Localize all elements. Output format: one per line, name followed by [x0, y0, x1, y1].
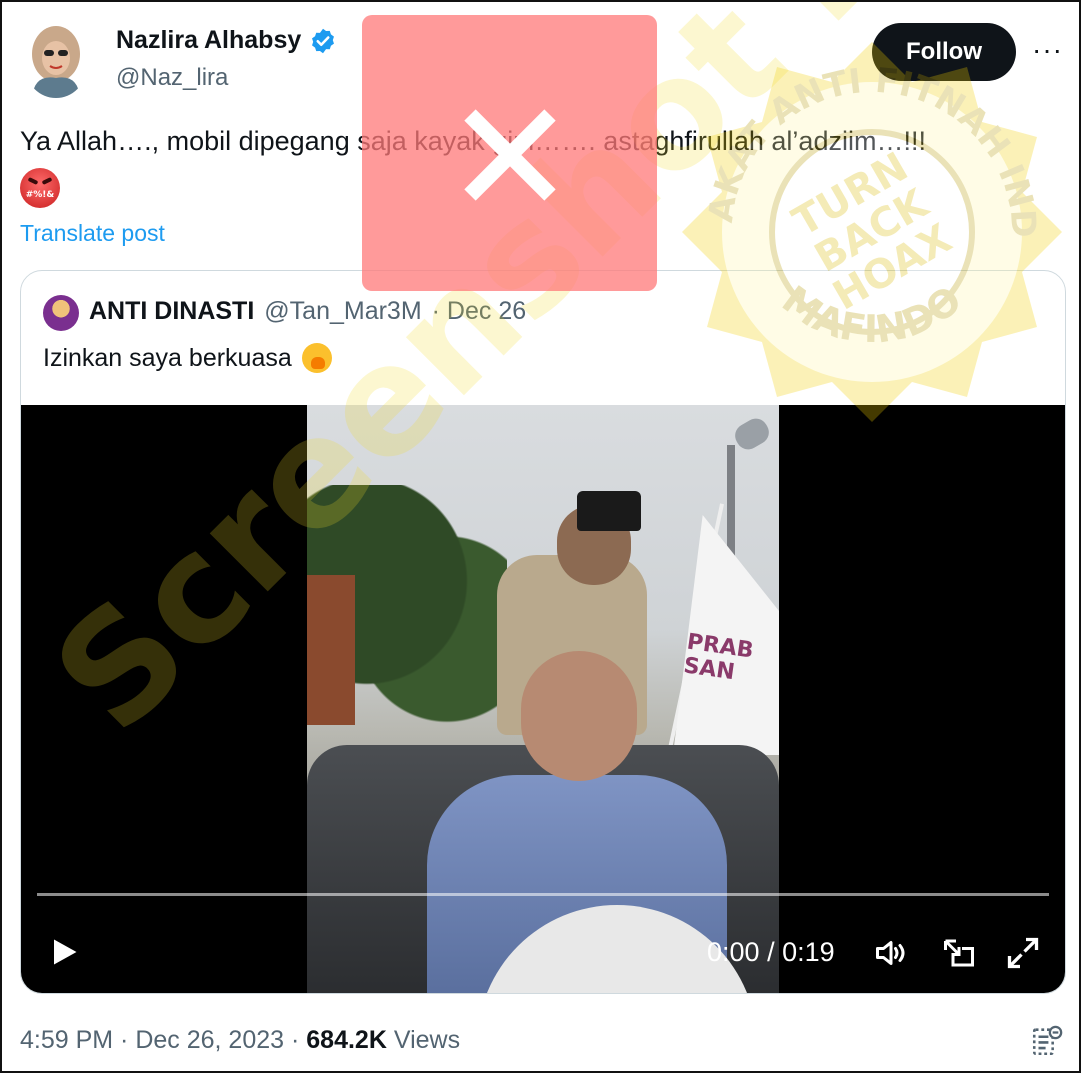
- author-name-row[interactable]: Nazlira Alhabsy: [116, 26, 337, 55]
- video-scene-building: [307, 575, 355, 725]
- author-display-name[interactable]: Nazlira Alhabsy: [116, 26, 301, 55]
- quoted-post-text-row: Izinkan saya berkuasa: [43, 343, 332, 373]
- quoted-post-header: ANTI DINASTI @Tan_Mar3M · Dec 26: [89, 297, 526, 326]
- follow-button[interactable]: Follow: [872, 23, 1016, 81]
- video-player[interactable]: PRAB SAN 0:00 / 0:19: [21, 405, 1065, 993]
- video-scene-peci-cap: [577, 491, 641, 531]
- video-scene-lamp: [730, 414, 774, 454]
- video-progress-bar[interactable]: [37, 893, 1049, 896]
- post-meta-row: 4:59 PM · Dec 26, 2023 · 684.2K Views: [20, 1026, 460, 1055]
- author-handle[interactable]: @Naz_lira: [116, 64, 228, 92]
- post-screenshot: Nazlira Alhabsy @Naz_lira Follow ··· Ya …: [0, 0, 1081, 1073]
- x-mark-icon: [464, 109, 556, 201]
- video-frame[interactable]: PRAB SAN: [307, 405, 779, 993]
- post-timestamp[interactable]: 4:59 PM · Dec 26, 2023 ·: [20, 1026, 299, 1054]
- video-time-separator: /: [767, 937, 775, 967]
- video-scene-flag-text: PRAB SAN: [682, 630, 755, 688]
- angry-swearing-emoji-icon: #%!&: [20, 168, 60, 208]
- quoted-author-name[interactable]: ANTI DINASTI: [89, 297, 254, 326]
- picture-in-picture-icon[interactable]: [941, 935, 977, 971]
- translate-post-link[interactable]: Translate post: [20, 220, 165, 247]
- avatar-hijab-woman-icon: [26, 22, 86, 98]
- post-views-count: 684.2K: [306, 1026, 387, 1054]
- play-icon[interactable]: [49, 937, 79, 967]
- video-scene-man-front-head: [521, 651, 637, 781]
- video-time-display: 0:00 / 0:19: [707, 937, 835, 968]
- quoted-author-handle[interactable]: @Tan_Mar3M: [264, 297, 421, 326]
- video-duration: 0:19: [782, 937, 835, 967]
- more-options-icon[interactable]: ···: [1032, 36, 1063, 64]
- fullscreen-icon[interactable]: [1005, 935, 1041, 971]
- volume-icon[interactable]: [873, 935, 909, 971]
- video-current-time: 0:00: [707, 937, 760, 967]
- author-avatar[interactable]: [26, 22, 86, 98]
- post-views-label: Views: [393, 1026, 461, 1054]
- quoted-post-card[interactable]: ANTI DINASTI @Tan_Mar3M · Dec 26 Izinkan…: [20, 270, 1066, 994]
- redaction-box: [362, 15, 657, 291]
- quoted-post-text: Izinkan saya berkuasa: [43, 343, 292, 372]
- verified-badge-icon: [312, 28, 335, 53]
- seal-center-line2: BACK: [807, 180, 937, 282]
- quoted-post-date[interactable]: · Dec 26: [432, 297, 526, 326]
- seal-center-line1: TURN: [785, 144, 915, 246]
- post-info-icon[interactable]: [1030, 1024, 1064, 1058]
- face-with-hand-over-mouth-emoji-icon: [301, 343, 332, 373]
- quoted-author-avatar[interactable]: [43, 295, 79, 331]
